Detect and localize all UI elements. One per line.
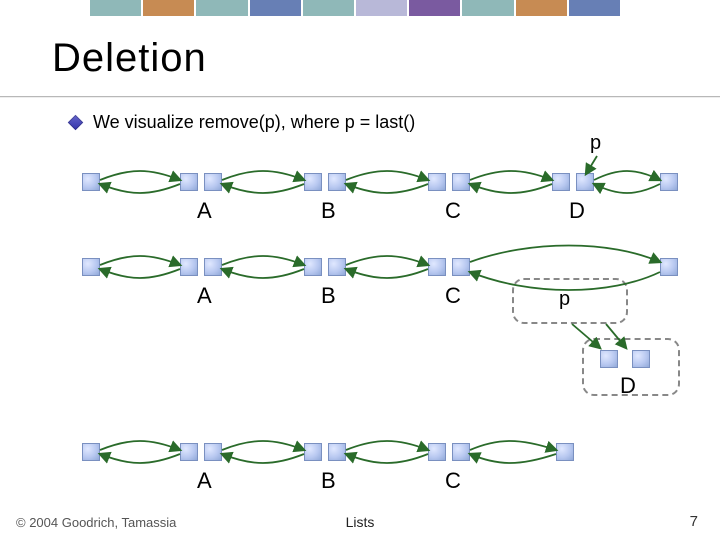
- row1-node-D: [552, 173, 594, 191]
- removed-node-right: [632, 350, 650, 368]
- row3-label-A: A: [197, 468, 212, 494]
- row1-head-node: [82, 173, 100, 191]
- row1-label-B: B: [321, 198, 336, 224]
- footer-topic: Lists: [0, 514, 720, 530]
- row3-node-B: [304, 443, 346, 461]
- row3-node-A: [180, 443, 222, 461]
- arrow-layer: [0, 0, 720, 540]
- pointer-label-mid: p: [559, 288, 570, 311]
- row1-node-C: [428, 173, 470, 191]
- row3-label-B: B: [321, 468, 336, 494]
- row3-label-C: C: [445, 468, 461, 494]
- row2-label-B: B: [321, 283, 336, 309]
- row1-node-A: [180, 173, 222, 191]
- title-underline: [0, 96, 720, 97]
- bullet-line: We visualize remove(p), where p = last(): [70, 112, 415, 133]
- row2-node-C: [428, 258, 470, 276]
- pointer-label-top: p: [590, 132, 601, 155]
- decorative-top-bar: [90, 0, 620, 16]
- row2-node-B: [304, 258, 346, 276]
- row2-label-C: C: [445, 283, 461, 309]
- row1-tail-node: [660, 173, 678, 191]
- row2-node-A: [180, 258, 222, 276]
- row2-head-node: [82, 258, 100, 276]
- row1-node-B: [304, 173, 346, 191]
- row2-tail-node: [660, 258, 678, 276]
- diamond-icon: [68, 115, 84, 131]
- slide-title: Deletion: [52, 36, 207, 81]
- bullet-text: We visualize remove(p), where p = last(): [93, 112, 415, 133]
- row3-head-node: [82, 443, 100, 461]
- row1-label-A: A: [197, 198, 212, 224]
- removed-node-left: [600, 350, 618, 368]
- row3-node-C: [428, 443, 470, 461]
- row1-label-D: D: [569, 198, 585, 224]
- row2-label-D: D: [620, 373, 636, 399]
- row1-label-C: C: [445, 198, 461, 224]
- row3-tail-node: [556, 443, 574, 461]
- row2-label-A: A: [197, 283, 212, 309]
- footer-page: 7: [690, 513, 698, 530]
